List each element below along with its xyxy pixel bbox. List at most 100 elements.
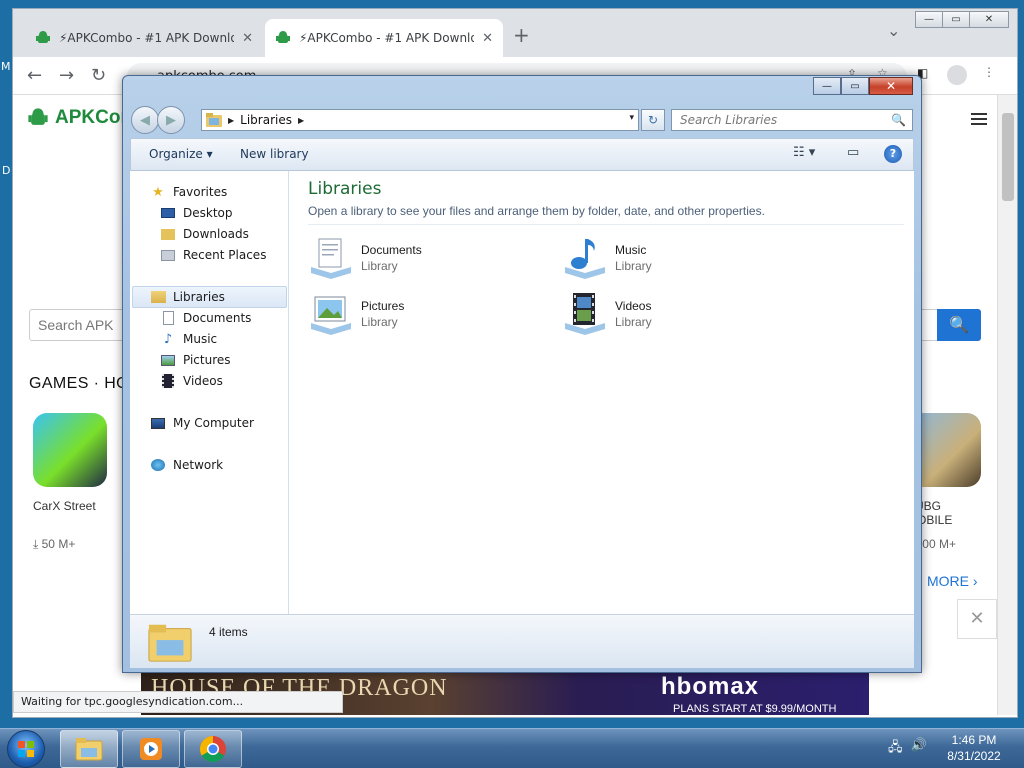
maximize-button[interactable]: ▭ [841,77,869,95]
libraries-explorer-window: — ▭ ✕ ◀ ▶ ▶ Libraries ▶ ▾ ↻ Search Libra… [122,75,922,673]
apkcombo-favicon-icon [35,30,51,46]
network-tray-icon[interactable]: 🖧 [888,738,903,760]
nav-videos[interactable]: Videos [160,372,223,390]
chrome-maximize-button[interactable]: ▭ [942,11,970,28]
back-button[interactable]: ◀ [131,106,159,134]
tab-search-chevron-icon[interactable]: ⌄ [887,21,900,40]
library-item-music[interactable]: Music Library [561,233,801,283]
nav-music[interactable]: ♪ Music [160,330,217,348]
browser-tab-1[interactable]: ⚡APKCombo - #1 APK Downloader ✕ [25,19,263,57]
close-button[interactable]: ✕ [869,77,913,95]
clock-time: 1:46 PM [932,732,1016,748]
clock[interactable]: 1:46 PM 8/31/2022 [932,732,1016,764]
navigation-pane: ★ Favorites Desktop Downloads Recent Pla… [130,171,289,614]
apk-search-button[interactable]: 🔍 [937,309,981,341]
banner-cta: PLANS START AT $9.99/MONTH [673,703,836,715]
reload-icon[interactable]: ↻ [91,65,106,86]
nav-favorites[interactable]: ★ Favorites [150,183,227,201]
status-bubble: Waiting for tpc.googlesyndication.com... [13,691,343,713]
new-tab-button[interactable]: + [513,23,530,47]
nav-libraries[interactable]: Libraries [150,288,225,306]
carx-street-app-icon[interactable] [33,413,107,487]
change-view-icon[interactable]: ☷ ▾ [793,145,815,160]
ad-close-button[interactable]: ✕ [957,599,997,639]
app-name[interactable]: CarX Street [33,499,96,513]
more-link[interactable]: MORE › [927,573,978,589]
desktop-icon-fragment: D [2,164,10,177]
window-controls: — ▭ ✕ [813,77,913,95]
taskbar-chrome-button[interactable] [184,730,242,768]
nav-documents[interactable]: Documents [160,309,251,327]
library-name: Pictures [361,299,404,313]
scrollbar-thumb[interactable] [1002,113,1014,201]
breadcrumb-arrow-icon[interactable]: ▶ [298,116,304,125]
chrome-icon [199,735,227,763]
nav-label: Downloads [183,227,249,241]
profile-avatar-icon[interactable] [947,65,967,85]
videos-filmstrip-icon [160,373,176,389]
taskbar-explorer-button[interactable] [60,730,118,768]
nav-label: Pictures [183,353,231,367]
tab-close-icon[interactable]: ✕ [482,31,493,46]
nav-network[interactable]: Network [150,456,223,474]
address-breadcrumb-bar[interactable]: ▶ Libraries ▶ ▾ [201,109,639,131]
browser-tab-2[interactable]: ⚡APKCombo - #1 APK Downloader ✕ [265,19,503,57]
nav-label: Favorites [173,185,227,199]
downloads-folder-icon [160,226,176,242]
library-item-documents[interactable]: Documents Library [307,233,547,283]
windows-logo-icon [8,731,44,767]
help-icon[interactable]: ? [884,145,902,163]
taskbar-media-player-button[interactable] [122,730,180,768]
app-downloads: ⤓ 50 M+ [33,537,75,552]
search-libraries-input[interactable]: Search Libraries 🔍 [671,109,913,131]
divider [308,224,904,225]
address-dropdown-icon[interactable]: ▾ [629,113,634,123]
new-library-button[interactable]: New library [240,147,309,161]
breadcrumb-libraries[interactable]: Libraries [240,113,292,127]
nav-desktop[interactable]: Desktop [160,204,233,222]
chrome-minimize-button[interactable]: — [915,11,943,28]
music-library-icon [561,233,609,281]
chrome-menu-icon[interactable]: ⋮ [983,65,995,79]
page-title: Libraries [308,179,381,199]
forward-button[interactable]: ▶ [157,106,185,134]
back-arrow-icon[interactable]: ← [27,65,42,86]
nav-downloads[interactable]: Downloads [160,225,249,243]
nav-label: Videos [183,374,223,388]
page-scrollbar[interactable] [997,95,1017,715]
search-icon[interactable]: 🔍 [891,110,906,130]
nav-label: Desktop [183,206,233,220]
library-type: Library [361,315,398,329]
nav-my-computer[interactable]: My Computer [150,414,254,432]
pictures-icon [160,352,176,368]
nav-recent-places[interactable]: Recent Places [160,246,266,264]
documents-library-icon [307,233,355,281]
refresh-button[interactable]: ↻ [641,109,665,131]
start-button[interactable] [7,730,45,768]
nav-label: Network [173,458,223,472]
libraries-icon [150,289,166,305]
forward-arrow-icon[interactable]: → [59,65,74,86]
breadcrumb-arrow-icon[interactable]: ▶ [228,116,234,125]
taskbar: 🖧 🔊 1:46 PM 8/31/2022 [0,728,1024,768]
chrome-close-button[interactable]: ✕ [969,11,1009,28]
organize-menu[interactable]: Organize ▾ [149,147,213,161]
library-type: Library [615,259,652,273]
clock-date: 8/31/2022 [932,748,1016,764]
volume-icon[interactable]: 🔊 [911,738,927,760]
library-item-videos[interactable]: Videos Library [561,289,801,339]
tab-close-icon[interactable]: ✕ [242,31,253,46]
hamburger-menu-icon[interactable] [971,113,987,125]
preview-pane-icon[interactable]: ▭ [847,145,859,160]
library-item-pictures[interactable]: Pictures Library [307,289,547,339]
music-note-icon: ♪ [160,331,176,347]
apkcombo-favicon-icon [275,30,291,46]
nav-pictures[interactable]: Pictures [160,351,231,369]
libraries-folder-icon [206,113,222,127]
minimize-button[interactable]: — [813,77,841,95]
nav-label: Music [183,332,217,346]
pictures-library-icon [307,289,355,337]
banner-brand: hbomax [661,673,759,701]
library-name: Music [615,243,646,257]
tab-strip: ⚡APKCombo - #1 APK Downloader ✕ ⚡APKComb… [13,9,1017,57]
